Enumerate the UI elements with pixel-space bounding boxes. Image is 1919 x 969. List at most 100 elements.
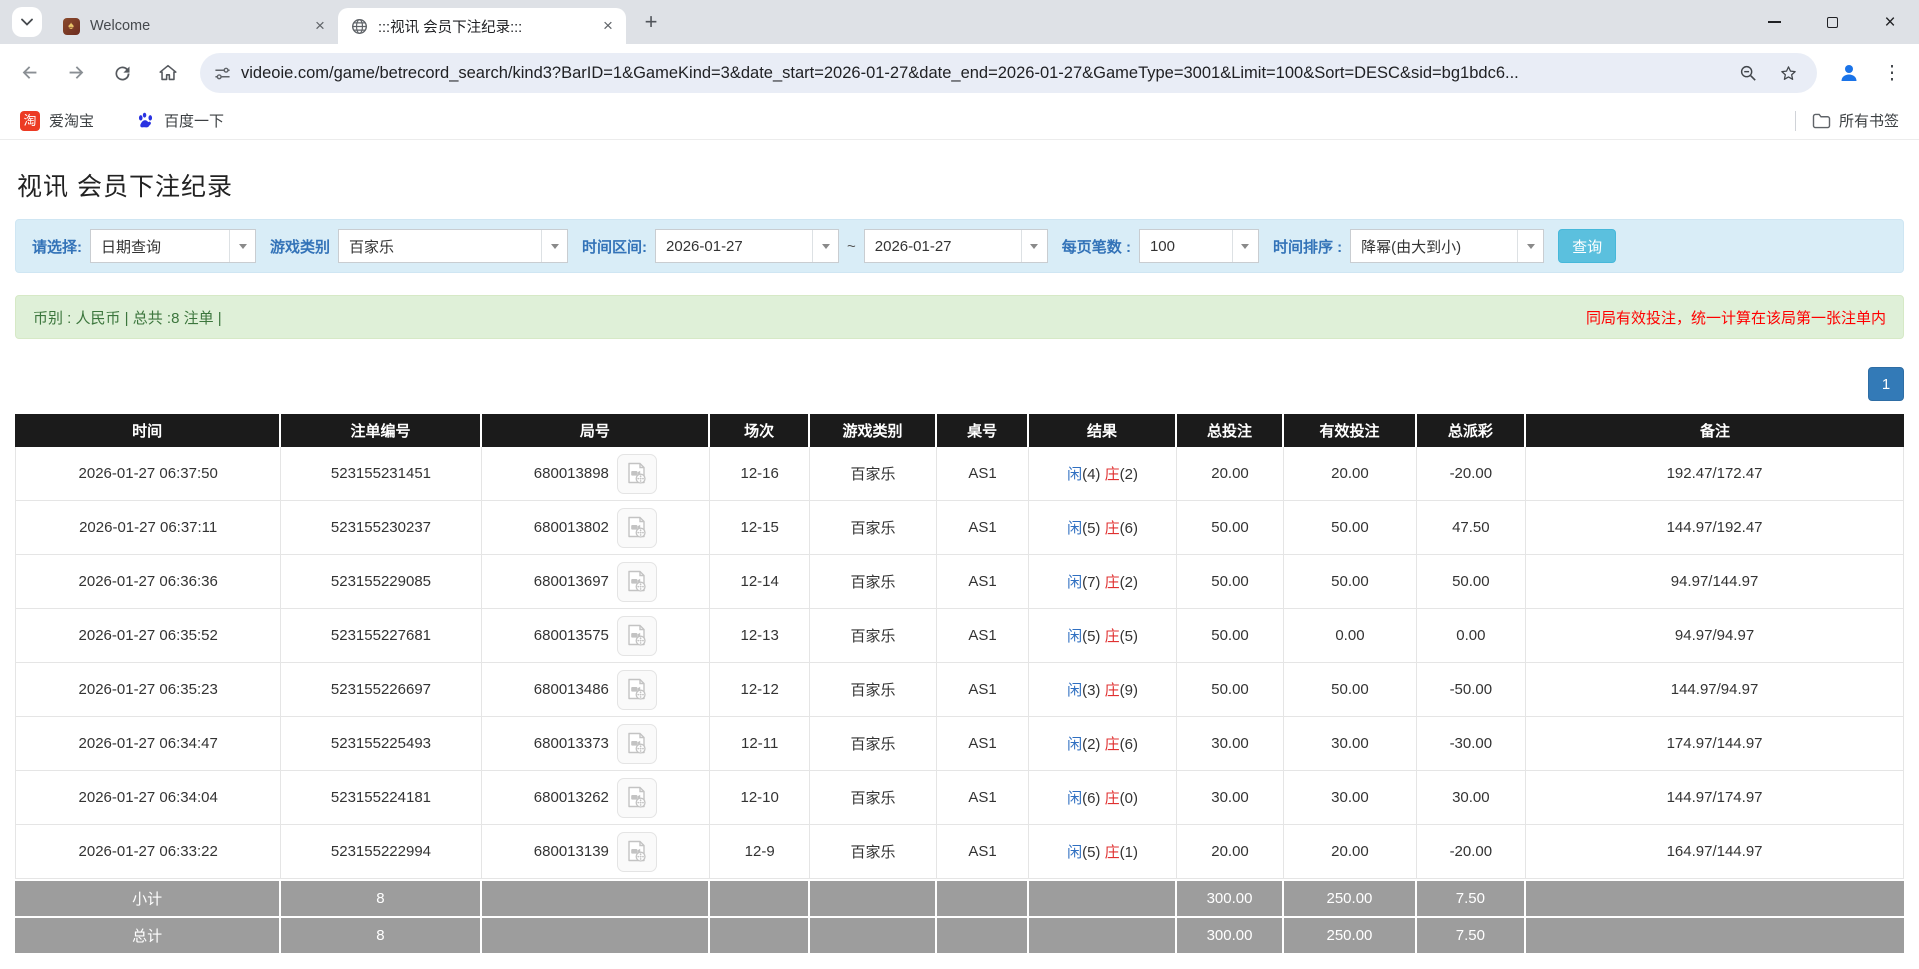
- video-replay-button[interactable]: [617, 724, 657, 764]
- cell-total-bet[interactable]: 50.00: [1177, 663, 1285, 717]
- cell-session: 12-9: [710, 825, 810, 879]
- video-replay-button[interactable]: [617, 778, 657, 818]
- profile-button[interactable]: [1829, 53, 1869, 93]
- reload-button[interactable]: [102, 53, 142, 93]
- maximize-icon: [1827, 17, 1838, 28]
- cell-session: 12-11: [710, 717, 810, 771]
- cell-total-bet[interactable]: 30.00: [1177, 717, 1285, 771]
- per-page-dropdown-button[interactable]: [1232, 230, 1258, 262]
- cell-round-id: 680013139: [482, 825, 711, 879]
- page-1-button[interactable]: 1: [1868, 367, 1904, 401]
- bet-records-table: 时间 注单编号 局号 场次 游戏类别 桌号 结果 总投注 有效投注 总派彩 备注…: [15, 414, 1904, 953]
- cell-bet-id: 523155224181: [281, 771, 481, 825]
- bookmark-baidu[interactable]: 百度一下: [130, 106, 230, 135]
- cell-total-bet[interactable]: 50.00: [1177, 501, 1285, 555]
- cell-session: 12-13: [710, 609, 810, 663]
- cell-result: 闲(4) 庄(2): [1029, 447, 1176, 501]
- zoom-icon: [1739, 64, 1757, 82]
- query-type-combobox[interactable]: 日期查询: [90, 229, 256, 263]
- cell-game: 百家乐: [810, 609, 937, 663]
- game-kind-combobox[interactable]: 百家乐: [338, 229, 568, 263]
- date-end-dropdown-button[interactable]: [1021, 230, 1047, 262]
- video-replay-button[interactable]: [617, 562, 657, 602]
- cell-payout: 0.00: [1417, 609, 1527, 663]
- header-total-bet: 总投注: [1177, 414, 1285, 447]
- new-tab-button[interactable]: +: [636, 7, 666, 37]
- cell-payout: 30.00: [1417, 771, 1527, 825]
- subtotal-label: 小计: [15, 879, 281, 916]
- cell-empty: [810, 916, 937, 953]
- per-page-value[interactable]: 100: [1140, 230, 1232, 262]
- date-end-combobox[interactable]: 2026-01-27: [864, 229, 1048, 263]
- sort-label: 时间排序 :: [1273, 236, 1342, 257]
- taobao-icon: 淘: [20, 111, 40, 131]
- tab-close-icon[interactable]: ×: [310, 16, 330, 36]
- star-icon: [1779, 64, 1798, 83]
- query-type-value[interactable]: 日期查询: [91, 230, 229, 262]
- cell-table-no: AS1: [937, 825, 1030, 879]
- back-icon: [19, 62, 41, 84]
- cell-valid-bet: 20.00: [1284, 825, 1416, 879]
- cell-total-bet[interactable]: 20.00: [1177, 825, 1285, 879]
- close-window-button[interactable]: ×: [1861, 0, 1919, 44]
- cell-remark: 192.47/172.47: [1526, 447, 1904, 501]
- search-button[interactable]: 查询: [1558, 229, 1616, 263]
- cell-empty: [1029, 916, 1176, 953]
- table-row: 2026-01-27 06:37:50523155231451680013898…: [15, 447, 1904, 501]
- sort-dropdown-button[interactable]: [1517, 230, 1543, 262]
- tab-welcome[interactable]: ♠ Welcome ×: [50, 8, 338, 44]
- header-bet-id: 注单编号: [281, 414, 481, 447]
- sort-value[interactable]: 降幂(由大到小): [1351, 230, 1517, 262]
- header-result: 结果: [1029, 414, 1176, 447]
- browser-menu-button[interactable]: ⋮: [1875, 53, 1909, 93]
- cell-time: 2026-01-27 06:37:11: [15, 501, 281, 555]
- forward-icon: [65, 62, 87, 84]
- bookmark-label: 爱淘宝: [49, 110, 94, 131]
- cell-table-no: AS1: [937, 447, 1030, 501]
- url-text[interactable]: videoie.com/game/betrecord_search/kind3?…: [241, 64, 1723, 83]
- video-replay-button[interactable]: [617, 670, 657, 710]
- subtotal-valid-bet: 250.00: [1284, 879, 1416, 916]
- maximize-button[interactable]: [1803, 0, 1861, 44]
- per-page-combobox[interactable]: 100: [1139, 229, 1259, 263]
- video-replay-button[interactable]: [617, 454, 657, 494]
- video-replay-button[interactable]: [617, 616, 657, 656]
- forward-button[interactable]: [56, 53, 96, 93]
- table-row: 2026-01-27 06:35:23523155226697680013486…: [15, 663, 1904, 717]
- video-replay-button[interactable]: [617, 832, 657, 872]
- tab-betrecord[interactable]: :::视讯 会员下注纪录::: ×: [338, 8, 626, 44]
- subtotal-total-bet: 300.00: [1177, 879, 1285, 916]
- cell-valid-bet: 50.00: [1284, 663, 1416, 717]
- bookmark-aitaobao[interactable]: 淘 爱淘宝: [14, 106, 100, 135]
- tune-icon[interactable]: [214, 65, 231, 82]
- minimize-button[interactable]: [1745, 0, 1803, 44]
- cell-total-bet[interactable]: 50.00: [1177, 555, 1285, 609]
- cell-remark: 94.97/144.97: [1526, 555, 1904, 609]
- game-kind-value[interactable]: 百家乐: [339, 230, 541, 262]
- all-bookmarks-button[interactable]: 所有书签: [1806, 106, 1905, 135]
- tab-search-button[interactable]: [12, 7, 42, 37]
- date-start-dropdown-button[interactable]: [812, 230, 838, 262]
- cell-total-bet[interactable]: 30.00: [1177, 771, 1285, 825]
- date-start-value[interactable]: 2026-01-27: [656, 230, 812, 262]
- tab-close-icon[interactable]: ×: [598, 16, 618, 36]
- query-type-dropdown-button[interactable]: [229, 230, 255, 262]
- bookmark-star-button[interactable]: [1773, 58, 1803, 88]
- cell-total-bet[interactable]: 20.00: [1177, 447, 1285, 501]
- summary-bar: 币别 : 人民币 | 总共 :8 注单 | 同局有效投注，统一计算在该局第一张注…: [15, 295, 1904, 339]
- cell-session: 12-16: [710, 447, 810, 501]
- game-kind-dropdown-button[interactable]: [541, 230, 567, 262]
- date-end-value[interactable]: 2026-01-27: [865, 230, 1021, 262]
- video-replay-icon: [624, 515, 650, 541]
- back-button[interactable]: [10, 53, 50, 93]
- cell-total-bet[interactable]: 50.00: [1177, 609, 1285, 663]
- header-payout: 总派彩: [1417, 414, 1527, 447]
- home-button[interactable]: [148, 53, 188, 93]
- zoom-button[interactable]: [1733, 58, 1763, 88]
- total-total-bet: 300.00: [1177, 916, 1285, 953]
- cell-bet-id: 523155229085: [281, 555, 481, 609]
- sort-combobox[interactable]: 降幂(由大到小): [1350, 229, 1544, 263]
- video-replay-button[interactable]: [617, 508, 657, 548]
- date-start-combobox[interactable]: 2026-01-27: [655, 229, 839, 263]
- address-bar[interactable]: videoie.com/game/betrecord_search/kind3?…: [200, 53, 1817, 93]
